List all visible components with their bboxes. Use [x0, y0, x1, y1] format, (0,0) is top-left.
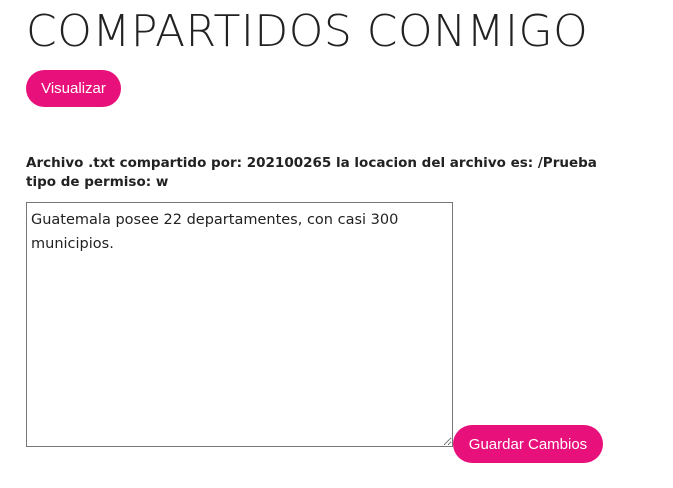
page-title: COMPARTIDOS CONMIGO — [26, 6, 589, 57]
save-changes-button[interactable]: Guardar Cambios — [453, 425, 603, 463]
file-content-textarea[interactable]: Guatemala posee 22 departamentes, con ca… — [26, 202, 453, 447]
visualizar-button[interactable]: Visualizar — [26, 70, 121, 107]
shared-file-info: Archivo .txt compartido por: 202100265 l… — [26, 155, 597, 190]
